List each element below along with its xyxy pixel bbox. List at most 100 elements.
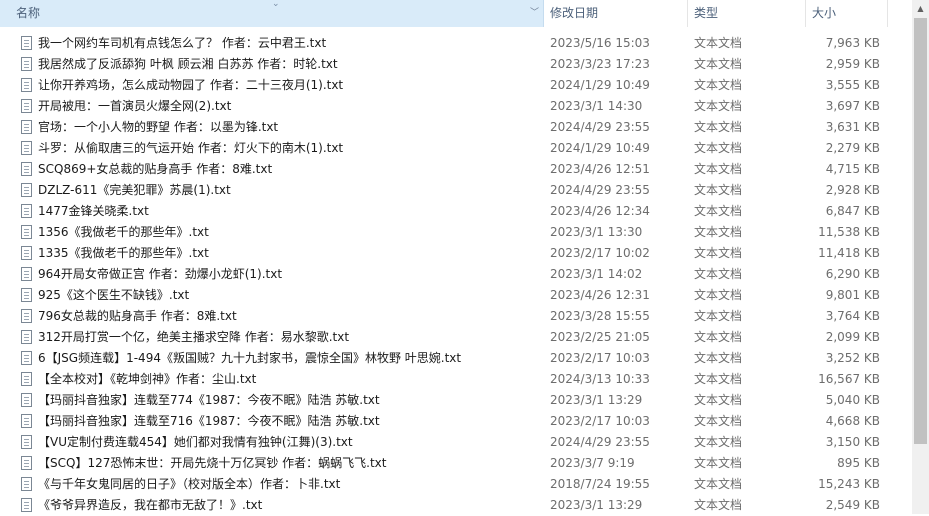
file-modified-date: 2023/3/1 13:30	[550, 225, 643, 239]
file-modified-date: 2023/5/16 15:03	[550, 36, 650, 50]
column-header-size[interactable]: 大小	[806, 0, 888, 27]
file-size: 2,279 KB	[825, 141, 880, 155]
text-file-icon	[21, 414, 32, 428]
text-file-icon	[21, 372, 32, 386]
file-type: 文本文档	[694, 162, 743, 176]
file-type: 文本文档	[694, 120, 743, 134]
file-row[interactable]: 1335《我做老千的那些年》.txt 2023/2/17 10:02 文本文档 11,…	[0, 243, 912, 264]
file-modified-date: 2023/3/1 13:29	[550, 498, 643, 512]
file-row[interactable]: 【玛丽抖音独家】连载至716《1987：今夜不眠》陆浩 苏敏.txt 2023/2…	[0, 411, 912, 432]
file-row[interactable]: 《与千年女鬼同居的日子》（校对版全本）作者：卜非.txt 2018/7/24 19…	[0, 474, 912, 495]
column-header-size-label: 大小	[812, 6, 837, 20]
file-size: 3,697 KB	[825, 99, 880, 113]
file-modified-date: 2018/7/24 19:55	[550, 477, 650, 491]
file-row[interactable]: 925《这个医生不缺钱》.txt 2023/4/26 12:31 文本文档 9,801…	[0, 285, 912, 306]
file-size: 4,668 KB	[825, 414, 880, 428]
file-name: 6【JSG频连载】1-494《叛国贼？九十九封家书，震惊全国》林牧野 叶思婉.t…	[38, 351, 462, 365]
file-type: 文本文档	[694, 57, 743, 71]
file-row[interactable]: 开局被甩：一首演员火爆全网(2).txt 2023/3/1 14:30 文本文档 3,…	[0, 96, 912, 117]
file-row[interactable]: 1477金锋关晓柔.txt 2023/4/26 12:34 文本文档 6,847 KB	[0, 201, 912, 222]
file-size: 6,290 KB	[825, 267, 880, 281]
file-type: 文本文档	[694, 309, 743, 323]
file-row[interactable]: 我居然成了反派舔狗 叶枫 顾云湘 白苏苏 作者：时轮.txt 2023/3/23 …	[0, 54, 912, 75]
text-file-icon	[21, 78, 32, 92]
chevron-up-icon[interactable]: ▲	[912, 0, 929, 17]
file-name: 【VU定制付费连载454】她们都对我情有独钟(江舞)(3).txt	[38, 435, 353, 449]
file-row[interactable]: 796女总裁的贴身高手 作者：8难.txt 2023/3/28 15:55 文本文档…	[0, 306, 912, 327]
file-name: 《爷爷异界造反，我在都市无敌了！》.txt	[38, 498, 263, 512]
file-size: 9,801 KB	[825, 288, 880, 302]
file-type: 文本文档	[694, 225, 743, 239]
column-header-type[interactable]: 类型	[688, 0, 806, 27]
file-size: 895 KB	[837, 456, 880, 470]
file-modified-date: 2023/3/28 15:55	[550, 309, 650, 323]
text-file-icon	[21, 288, 32, 302]
file-size: 4,715 KB	[825, 162, 880, 176]
text-file-icon	[21, 120, 32, 134]
file-type: 文本文档	[694, 477, 743, 491]
file-row[interactable]: 1356《我做老千的那些年》.txt 2023/3/1 13:30 文本文档 11,5…	[0, 222, 912, 243]
file-row[interactable]: 【VU定制付费连载454】她们都对我情有独钟(江舞)(3).txt 2024/4/…	[0, 432, 912, 453]
file-type: 文本文档	[694, 330, 743, 344]
file-type: 文本文档	[694, 267, 743, 281]
column-dropdown-chevron-icon[interactable]: ﹀	[530, 0, 539, 27]
file-name: 【玛丽抖音独家】连载至716《1987：今夜不眠》陆浩 苏敏.txt	[38, 414, 380, 428]
file-size: 3,150 KB	[825, 435, 880, 449]
file-row[interactable]: SCQ869+女总裁的贴身高手 作者：8难.txt 2023/4/26 12:51…	[0, 159, 912, 180]
file-name: 1335《我做老千的那些年》.txt	[38, 246, 209, 260]
file-size: 6,847 KB	[825, 204, 880, 218]
file-type: 文本文档	[694, 99, 743, 113]
text-file-icon	[21, 393, 32, 407]
file-type: 文本文档	[694, 414, 743, 428]
column-header-type-label: 类型	[694, 6, 719, 20]
file-row[interactable]: 官场：一个小人物的野望 作者：以墨为锋.txt 2024/4/29 23:55 文本…	[0, 117, 912, 138]
file-modified-date: 2023/2/25 21:05	[550, 330, 650, 344]
text-file-icon	[21, 309, 32, 323]
file-row[interactable]: DZLZ-611《完美犯罪》苏晨(1).txt 2024/4/29 23:55 文本…	[0, 180, 912, 201]
file-name: 964开局女帝做正宫 作者：劲爆小龙虾(1).txt	[38, 267, 283, 281]
text-file-icon	[21, 477, 32, 491]
text-file-icon	[21, 435, 32, 449]
file-row[interactable]: 让你开养鸡场，怎么成动物园了 作者：二十三夜月(1).txt 2024/1/29 …	[0, 75, 912, 96]
column-header-date-label: 修改日期	[550, 6, 599, 20]
vertical-scrollbar[interactable]: ▲	[912, 0, 929, 514]
file-row[interactable]: 964开局女帝做正宫 作者：劲爆小龙虾(1).txt 2023/3/1 14:02…	[0, 264, 912, 285]
file-modified-date: 2024/3/13 10:33	[550, 372, 650, 386]
file-type: 文本文档	[694, 204, 743, 218]
file-size: 5,040 KB	[825, 393, 880, 407]
file-size: 2,549 KB	[825, 498, 880, 512]
file-name: 我一个网约车司机有点钱怎么了？ 作者：云中君王.txt	[38, 36, 327, 50]
file-type: 文本文档	[694, 498, 743, 512]
file-type: 文本文档	[694, 372, 743, 386]
file-row[interactable]: 《爷爷异界造反，我在都市无敌了！》.txt 2023/3/1 13:29 文本文档 2…	[0, 495, 912, 516]
file-row[interactable]: 【SCQ】127恐怖末世：开局先烧十万亿冥钞 作者：蜗蜗飞飞.txt 2023/3…	[0, 453, 912, 474]
file-name: 官场：一个小人物的野望 作者：以墨为锋.txt	[38, 120, 279, 134]
file-row[interactable]: 我一个网约车司机有点钱怎么了？ 作者：云中君王.txt 2023/5/16 15:…	[0, 33, 912, 54]
file-modified-date: 2024/1/29 10:49	[550, 78, 650, 92]
file-row[interactable]: 斗罗：从偷取唐三的气运开始 作者：灯火下的南木(1).txt 2024/1/29 …	[0, 138, 912, 159]
file-size: 3,555 KB	[825, 78, 880, 92]
text-file-icon	[21, 330, 32, 344]
text-file-icon	[21, 225, 32, 239]
file-row[interactable]: 【玛丽抖音独家】连载至774《1987：今夜不眠》陆浩 苏敏.txt 2023/3…	[0, 390, 912, 411]
file-name: 796女总裁的贴身高手 作者：8难.txt	[38, 309, 237, 323]
file-row[interactable]: 6【JSG频连载】1-494《叛国贼？九十九封家书，震惊全国》林牧野 叶思婉.t…	[0, 348, 912, 369]
text-file-icon	[21, 162, 32, 176]
column-header-date[interactable]: 修改日期	[544, 0, 688, 27]
file-type: 文本文档	[694, 183, 743, 197]
file-row[interactable]: 【全本校对】《乾坤剑神》作者：尘山.txt 2024/3/13 10:33 文本文档…	[0, 369, 912, 390]
scrollbar-thumb[interactable]	[914, 18, 927, 444]
file-size: 2,959 KB	[825, 57, 880, 71]
file-modified-date: 2024/4/29 23:55	[550, 120, 650, 134]
file-modified-date: 2023/3/7 9:19	[550, 456, 635, 470]
file-size: 2,928 KB	[825, 183, 880, 197]
column-header-name[interactable]: ⌄ 名称 ﹀	[0, 0, 544, 27]
text-file-icon	[21, 57, 32, 71]
file-row[interactable]: 312开局打赏一个亿，绝美主播求空降 作者：易水黎歌.txt 2023/2/25 …	[0, 327, 912, 348]
file-modified-date: 2024/1/29 10:49	[550, 141, 650, 155]
file-modified-date: 2024/4/29 23:55	[550, 183, 650, 197]
column-header-bar: ⌄ 名称 ﹀ 修改日期 类型 大小	[0, 0, 912, 27]
file-size: 3,252 KB	[825, 351, 880, 365]
text-file-icon	[21, 498, 32, 512]
text-file-icon	[21, 141, 32, 155]
